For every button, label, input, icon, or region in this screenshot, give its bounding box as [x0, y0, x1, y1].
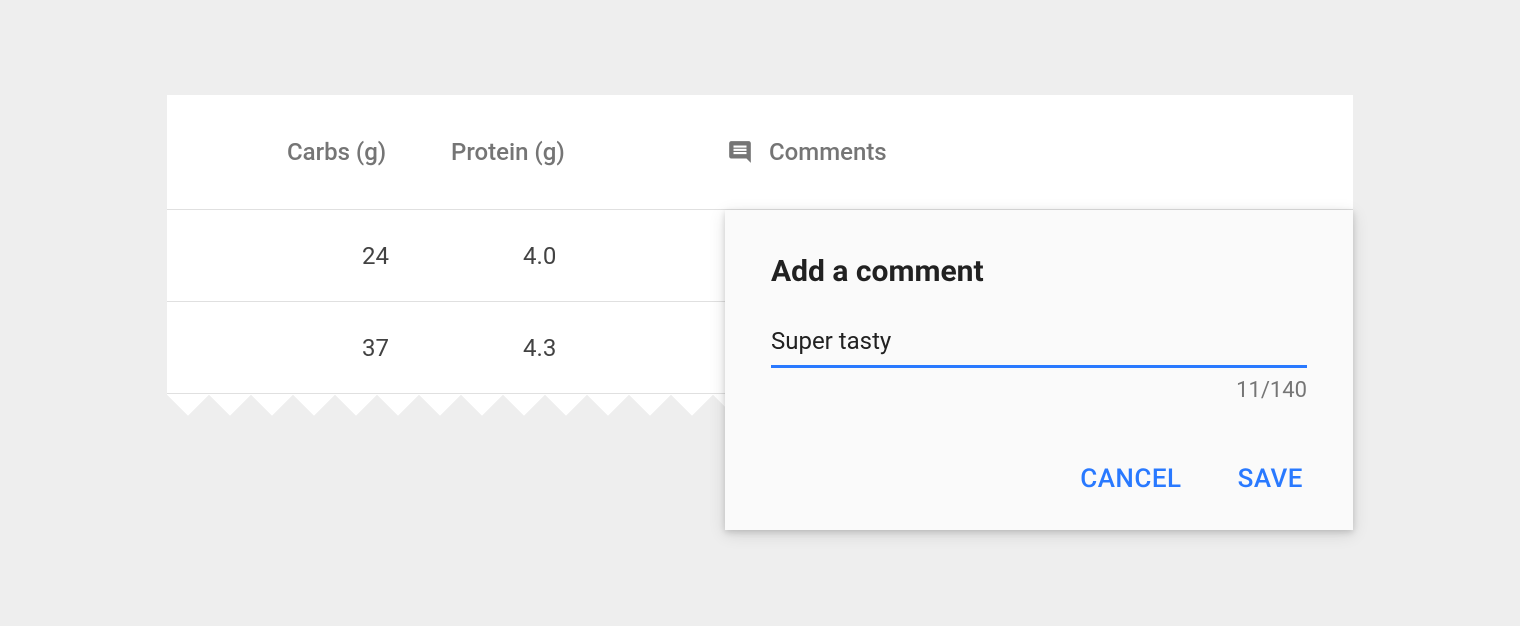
- cell-carbs: 24: [167, 242, 451, 270]
- save-button[interactable]: SAVE: [1234, 458, 1307, 500]
- dialog-actions: CANCEL SAVE: [1076, 458, 1307, 500]
- add-comment-dialog: Add a comment 11/140 CANCEL SAVE: [725, 210, 1353, 530]
- comment-input[interactable]: [771, 327, 1307, 368]
- cell-carbs: 37: [167, 334, 451, 362]
- comment-input-wrapper: [771, 327, 1307, 368]
- cell-protein: 4.3: [451, 334, 675, 362]
- cancel-button[interactable]: CANCEL: [1076, 458, 1185, 500]
- column-header-comments[interactable]: Comments: [675, 138, 887, 166]
- comment-icon: [727, 139, 753, 165]
- column-header-carbs[interactable]: Carbs (g): [167, 138, 451, 166]
- dialog-title: Add a comment: [771, 254, 1307, 289]
- cell-protein: 4.0: [451, 242, 675, 270]
- column-header-comments-label: Comments: [769, 138, 887, 166]
- table-header-row: Carbs (g) Protein (g) Comments: [167, 95, 1353, 210]
- column-header-protein[interactable]: Protein (g): [451, 138, 675, 166]
- character-counter: 11/140: [771, 378, 1307, 403]
